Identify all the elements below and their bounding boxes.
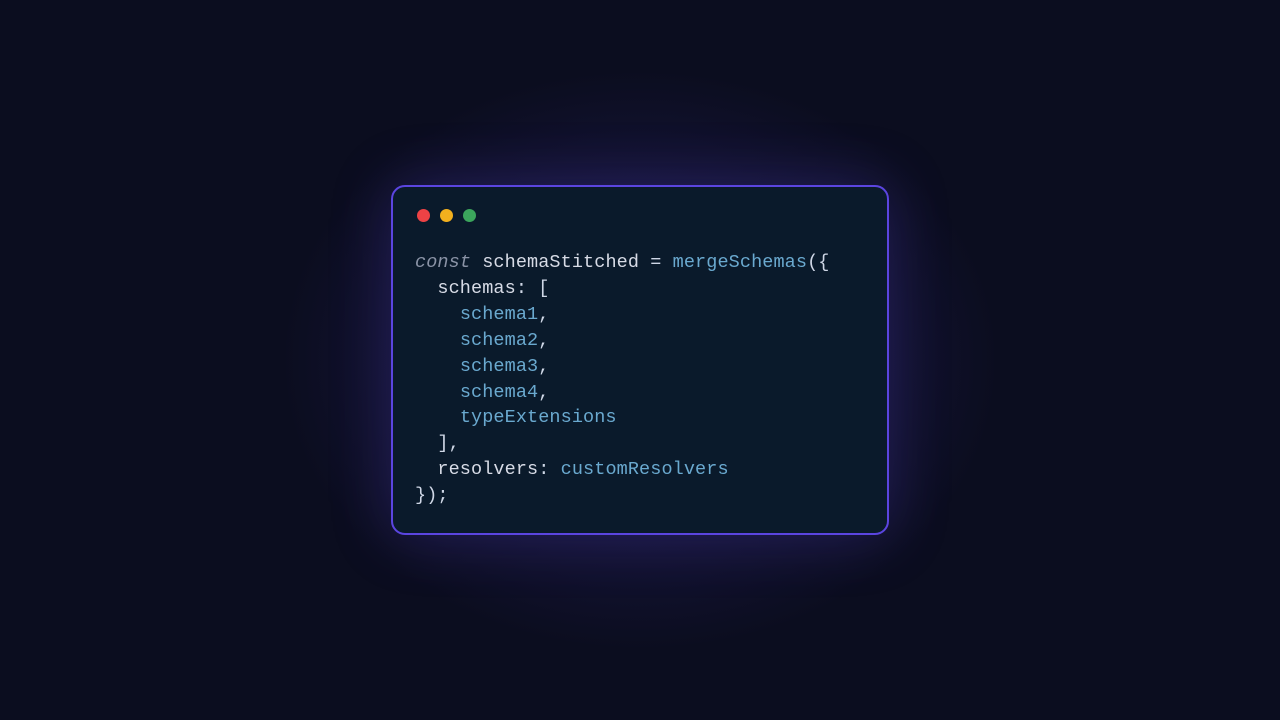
array-item-schema3: schema3 [460,356,538,377]
punct-comma-3: , [538,356,549,377]
punct-colon-2: : [538,459,549,480]
window-traffic-lights [415,209,865,222]
punct-comma-5: , [449,433,460,454]
glow-wrapper: const schemaStitched = mergeSchemas({ sc… [391,185,889,535]
array-item-schema1: schema1 [460,304,538,325]
prop-schemas: schemas [437,278,515,299]
keyword-const: const [415,252,471,273]
code-block: const schemaStitched = mergeSchemas({ sc… [415,250,865,509]
close-icon[interactable] [417,209,430,222]
prop-resolvers: resolvers [437,459,538,480]
array-item-schema2: schema2 [460,330,538,351]
punct-comma-1: , [538,304,549,325]
punct-open-call: ({ [807,252,829,273]
minimize-icon[interactable] [440,209,453,222]
maximize-icon[interactable] [463,209,476,222]
code-window: const schemaStitched = mergeSchemas({ sc… [391,185,889,535]
punct-colon-1: : [516,278,527,299]
operator-equals: = [650,252,661,273]
value-customResolvers: customResolvers [561,459,729,480]
array-item-typeExtensions: typeExtensions [460,407,617,428]
punct-comma-4: , [538,382,549,403]
punct-close-call: }); [415,485,449,506]
punct-close-array: ] [437,433,448,454]
array-item-schema4: schema4 [460,382,538,403]
punct-open-array: [ [538,278,549,299]
punct-comma-2: , [538,330,549,351]
identifier-schemaStitched: schemaStitched [482,252,639,273]
call-mergeSchemas: mergeSchemas [673,252,807,273]
